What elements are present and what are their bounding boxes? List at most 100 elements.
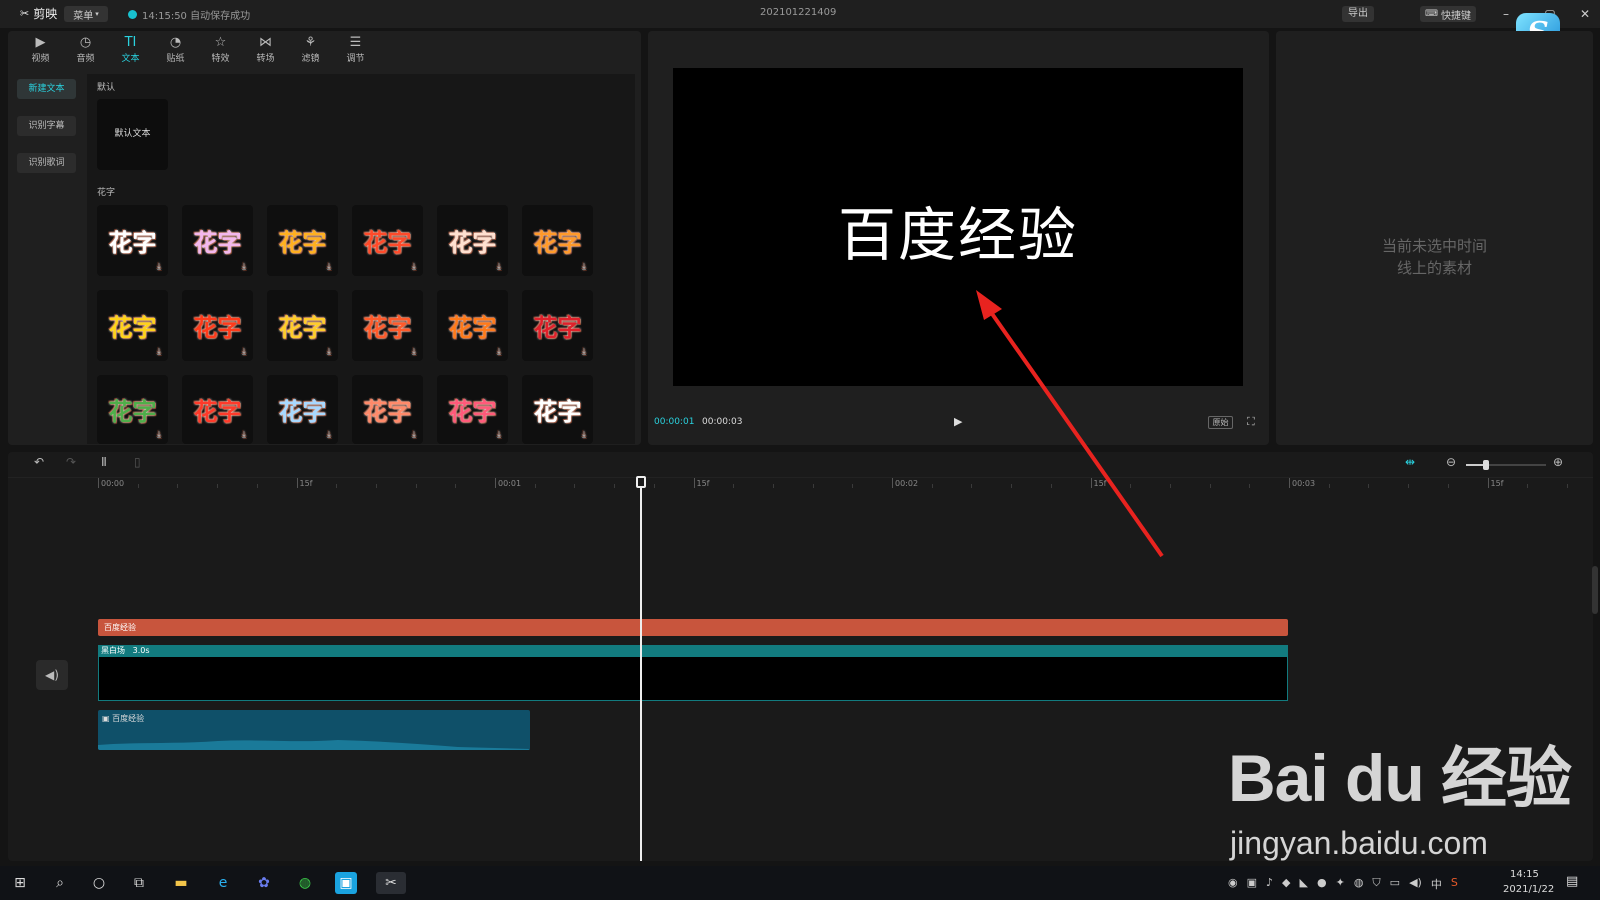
sidebar-item-new-text[interactable]: 新建文本: [17, 79, 76, 99]
download-icon[interactable]: ⤓: [412, 262, 416, 272]
fancy-text-card[interactable]: 花字 ⤓: [182, 205, 253, 276]
fancy-text-card[interactable]: 花字 ⤓: [97, 375, 168, 444]
video-clip-header[interactable]: 黑白场 3.0s: [98, 645, 1288, 657]
fancy-text-card[interactable]: 花字 ⤓: [97, 205, 168, 276]
download-icon[interactable]: ⤓: [327, 347, 331, 357]
wechat-icon[interactable]: ◍: [294, 872, 316, 894]
menu-button[interactable]: 菜单 ▾: [64, 6, 108, 22]
tray-record-icon[interactable]: ●: [1317, 876, 1327, 892]
fancy-text-card[interactable]: 花字 ⤓: [437, 375, 508, 444]
fancy-text-card[interactable]: 花字 ⤓: [522, 205, 593, 276]
edge-browser-icon[interactable]: e: [212, 872, 234, 894]
download-icon[interactable]: ⤓: [157, 347, 161, 357]
tab-video[interactable]: ▶ 视频: [18, 32, 63, 66]
playhead[interactable]: [640, 480, 642, 861]
download-icon[interactable]: ⤓: [242, 262, 246, 272]
download-icon[interactable]: ⤓: [582, 430, 586, 440]
tab-transition[interactable]: ⋈ 转场: [243, 32, 288, 66]
download-icon[interactable]: ⤓: [242, 430, 246, 440]
clock-date[interactable]: 2021/1/22: [1503, 884, 1554, 895]
download-icon[interactable]: ⤓: [497, 347, 501, 357]
download-icon[interactable]: ⤓: [582, 262, 586, 272]
tab-adjust[interactable]: ☰ 调节: [333, 32, 378, 66]
clock-time[interactable]: 14:15: [1510, 869, 1539, 880]
capcut-taskbar-icon[interactable]: ✂: [376, 872, 406, 894]
zoom-slider-knob[interactable]: [1483, 460, 1489, 470]
fancy-text-card[interactable]: 花字 ⤓: [522, 290, 593, 361]
baidu-netdisk-icon[interactable]: ✿: [253, 872, 275, 894]
ratio-button[interactable]: 原始: [1208, 416, 1233, 429]
export-button[interactable]: 导出: [1342, 6, 1374, 22]
download-icon[interactable]: ⤓: [242, 347, 246, 357]
fancy-text-card[interactable]: 花字 ⤓: [437, 205, 508, 276]
nvidia-icon[interactable]: ◣: [1300, 876, 1308, 892]
sogou-icon[interactable]: S: [1451, 876, 1458, 892]
download-icon[interactable]: ⤓: [157, 430, 161, 440]
fancy-text-card[interactable]: 花字 ⤓: [352, 375, 423, 444]
time-ruler[interactable]: 00:00 15f 00:01 15f 00:02 15f 00:03 15f: [98, 478, 1593, 490]
download-icon[interactable]: ⤓: [412, 347, 416, 357]
tray-wechat-icon[interactable]: ◍: [1354, 876, 1364, 892]
volume-icon[interactable]: ◀): [1409, 876, 1422, 892]
fancy-text-card[interactable]: 花字 ⤓: [97, 290, 168, 361]
split-icon[interactable]: Ⅱ: [101, 455, 107, 469]
redo-icon[interactable]: ↷: [66, 455, 76, 469]
fancy-text-card[interactable]: 花字 ⤓: [182, 375, 253, 444]
download-icon[interactable]: ⤓: [327, 262, 331, 272]
zoom-in-icon[interactable]: ⊕: [1553, 455, 1563, 469]
tab-effects[interactable]: ☆ 特效: [198, 32, 243, 66]
default-text-card[interactable]: 默认文本: [97, 99, 168, 170]
close-icon[interactable]: ✕: [1575, 4, 1595, 24]
microphone-icon[interactable]: ♪: [1266, 876, 1273, 892]
search-icon[interactable]: ⌕: [49, 872, 71, 894]
zoom-out-icon[interactable]: ⊖: [1446, 455, 1456, 469]
track-mute-button[interactable]: ◀): [36, 660, 68, 690]
tray-app-icon[interactable]: ◉: [1228, 876, 1238, 892]
task-view-icon[interactable]: ⧉: [128, 872, 150, 894]
app-icon[interactable]: ▣: [335, 872, 357, 894]
ime-indicator[interactable]: 中: [1431, 876, 1442, 892]
fancy-text-card[interactable]: 花字 ⤓: [267, 205, 338, 276]
file-explorer-icon[interactable]: ▬: [170, 872, 192, 894]
delete-icon[interactable]: ▯: [134, 455, 141, 469]
download-icon[interactable]: ⤓: [327, 430, 331, 440]
timeline-scrollbar[interactable]: [1592, 566, 1598, 614]
download-icon[interactable]: ⤓: [497, 430, 501, 440]
tab-filter[interactable]: ⚘ 滤镜: [288, 32, 333, 66]
snap-icon[interactable]: ⇹: [1405, 455, 1415, 469]
download-icon[interactable]: ⤓: [497, 262, 501, 272]
network-icon[interactable]: ▭: [1390, 876, 1400, 892]
sidebar-item-recognize-subtitles[interactable]: 识别字幕: [17, 116, 76, 136]
fancy-text-card[interactable]: 花字 ⤓: [522, 375, 593, 444]
fancy-text-card[interactable]: 花字 ⤓: [352, 290, 423, 361]
fancy-text-sample: 花字: [533, 314, 582, 342]
undo-icon[interactable]: ↶: [34, 455, 44, 469]
notification-icon[interactable]: ▤: [1566, 874, 1578, 889]
fullscreen-icon[interactable]: ⛶: [1247, 415, 1255, 429]
download-icon[interactable]: ⤓: [157, 262, 161, 272]
shield-icon[interactable]: ⛉: [1372, 876, 1380, 892]
fancy-text-card[interactable]: 花字 ⤓: [437, 290, 508, 361]
tab-audio[interactable]: ◷ 音频: [63, 32, 108, 66]
tray-game-icon[interactable]: ✦: [1336, 876, 1345, 892]
tray-display-icon[interactable]: ▣: [1247, 876, 1257, 892]
shortcut-button[interactable]: ⌨ 快捷键: [1420, 6, 1476, 22]
tab-text[interactable]: TI 文本: [108, 32, 153, 66]
windows-start-icon[interactable]: ⊞: [9, 872, 31, 894]
cortana-icon[interactable]: ○: [88, 872, 110, 894]
fancy-text-card[interactable]: 花字 ⤓: [182, 290, 253, 361]
sidebar-item-recognize-lyrics[interactable]: 识别歌词: [17, 153, 76, 173]
download-icon[interactable]: ⤓: [582, 347, 586, 357]
text-clip[interactable]: 百度经验: [98, 619, 1288, 636]
video-clip[interactable]: [98, 657, 1288, 701]
tab-sticker[interactable]: ◔ 贴纸: [153, 32, 198, 66]
fancy-text-card[interactable]: 花字 ⤓: [267, 290, 338, 361]
play-icon[interactable]: ▶: [954, 415, 962, 428]
fancy-text-card[interactable]: 花字 ⤓: [267, 375, 338, 444]
playhead-handle[interactable]: [636, 476, 646, 488]
download-icon[interactable]: ⤓: [412, 430, 416, 440]
tray-security-icon[interactable]: ◆: [1282, 876, 1290, 892]
audio-clip[interactable]: ▣ 百度经验: [98, 710, 530, 750]
fancy-text-card[interactable]: 花字 ⤓: [352, 205, 423, 276]
minimize-icon[interactable]: –: [1496, 4, 1516, 24]
